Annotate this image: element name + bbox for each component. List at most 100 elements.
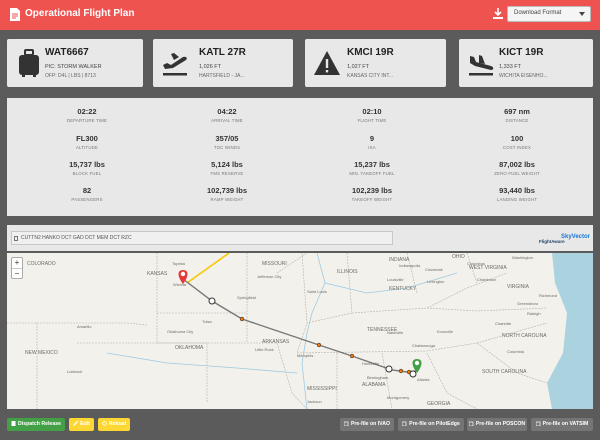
flight-info-card: WAT6667 PIC: STORM WALKER OFP: D4L | LBS… bbox=[7, 39, 143, 87]
map-label: Richmond bbox=[539, 293, 557, 298]
stat-takeoff-weight: 102,239 lbs TAKEOFF WEIGHT bbox=[351, 186, 393, 202]
map-label: Amarillo bbox=[77, 324, 92, 329]
stat-distance: 697 nm DISTANCE bbox=[504, 107, 530, 123]
map-label: ALABAMA bbox=[362, 382, 386, 388]
arrival-name: WICHITA EISENHO... bbox=[499, 73, 548, 79]
stat-toc-winds: 357/05 TOC WINDS bbox=[213, 134, 241, 150]
map-label: KENTUCKY bbox=[389, 286, 417, 292]
dispatch-release-button[interactable]: Dispatch Release bbox=[7, 418, 65, 431]
departure-card: KATL 27R 1,026 FT HARTSFIELD - JA... bbox=[153, 39, 293, 87]
map-label: KANSAS bbox=[147, 271, 168, 277]
map-label: Huntsville bbox=[362, 361, 380, 366]
download-format-value: Download Format bbox=[514, 10, 562, 16]
map-label: Memphis bbox=[297, 353, 313, 358]
map-label: Cincinnati bbox=[425, 267, 443, 272]
map-label: Raleigh bbox=[527, 311, 541, 316]
map-label: Atlanta bbox=[417, 377, 430, 382]
warning-icon bbox=[314, 51, 340, 75]
ofp-info: OFP: D4L | LBS | 8713 bbox=[45, 73, 96, 79]
map-label: Montgomery bbox=[387, 395, 409, 400]
stat-flight-time: 02:10 FLIGHT TIME bbox=[357, 107, 387, 123]
map-label: Charleston bbox=[477, 277, 496, 282]
alternate-name: KANSAS CITY INT... bbox=[347, 73, 394, 79]
map-label: Oklahoma City bbox=[167, 329, 193, 334]
stat-arrival-time: 04:22 ARRIVAL TIME bbox=[211, 107, 243, 123]
map-label: Knoxville bbox=[437, 329, 454, 334]
arrival-elevation: 1,333 FT bbox=[499, 64, 522, 70]
prefile-pilotedge-button[interactable]: Pre-file on PilotEdge bbox=[398, 418, 464, 431]
map-label: ARKANSAS bbox=[262, 339, 290, 345]
stat-zero-fuel-weight: 87,002 lbs ZERO FUEL WEIGHT bbox=[494, 160, 540, 176]
document-icon bbox=[10, 8, 20, 21]
map-label: Chattanooga bbox=[412, 343, 436, 348]
departure-elevation: 1,026 FT bbox=[199, 64, 222, 70]
route-string-field[interactable]: CUTTN2 HANKO DCT GAD DCT MEM DCT RZC bbox=[11, 231, 393, 245]
pic-name: PIC: STORM WALKER bbox=[45, 64, 102, 70]
map-label: VIRGINIA bbox=[507, 284, 530, 290]
route-bar: CUTTN2 HANKO DCT GAD DCT MEM DCT RZC Fli… bbox=[7, 225, 593, 251]
flight-stats-panel: 02:22 DEPARTURE TIME 04:22 ARRIVAL TIME 02… bbox=[7, 98, 593, 216]
edit-button[interactable]: Edit bbox=[69, 418, 94, 431]
external-link-icon bbox=[402, 421, 407, 426]
document-icon bbox=[14, 236, 18, 241]
prefile-vatsim-button[interactable]: Pre-file on VATSIM bbox=[531, 418, 593, 431]
map-label: Saint Louis bbox=[307, 289, 327, 294]
plane-landing-icon bbox=[469, 55, 494, 76]
map-label: Columbia bbox=[507, 349, 525, 354]
arrival-card: KICT 19R 1,333 FT WICHITA EISENHO... bbox=[459, 39, 593, 87]
alternate-airport: KMCI 19R bbox=[347, 47, 394, 58]
external-link-icon bbox=[343, 421, 349, 426]
stat-min-takeoff-fuel: 15,237 lbs MIN. TAKEOFF FUEL bbox=[349, 160, 395, 176]
map-label: Nashville bbox=[387, 330, 404, 335]
callsign: WAT6667 bbox=[45, 47, 89, 58]
map-label: Columbus bbox=[467, 261, 485, 266]
stat-departure-time: 02:22 DEPARTURE TIME bbox=[66, 107, 108, 123]
luggage-icon bbox=[19, 49, 39, 77]
stat-landing-weight: 93,440 lbs LANDING WEIGHT bbox=[496, 186, 538, 202]
map-label: SOUTH CAROLINA bbox=[482, 369, 527, 375]
page-title: Operational Flight Plan bbox=[25, 8, 135, 19]
map-label: Indianapolis bbox=[399, 263, 420, 268]
map-zoom-control: + − bbox=[11, 257, 23, 279]
map-label: Lexington bbox=[427, 279, 444, 284]
map-label: Lubbock bbox=[67, 369, 82, 374]
departure-airport: KATL 27R bbox=[199, 47, 246, 58]
map-label: OHIO bbox=[452, 254, 465, 260]
map-label: Wichita bbox=[173, 282, 187, 287]
map-label: Topeka bbox=[172, 261, 186, 266]
zoom-in-button[interactable]: + bbox=[12, 258, 22, 268]
stat-altitude: FL300 ALTITUDE bbox=[75, 134, 99, 150]
app-header: Operational Flight Plan Download Format bbox=[0, 0, 600, 30]
zoom-out-button[interactable]: − bbox=[12, 269, 22, 279]
route-map[interactable]: COLORADO KANSAS MISSOURI ILLINOIS INDIAN… bbox=[7, 253, 593, 409]
map-label: MISSISSIPPI bbox=[307, 386, 337, 392]
skyvector-logo[interactable]: SkyVector bbox=[561, 234, 590, 240]
map-label: Springfield bbox=[237, 295, 256, 300]
departure-name: HARTSFIELD - JA... bbox=[199, 73, 245, 79]
map-label: GEORGIA bbox=[427, 401, 451, 407]
external-link-icon bbox=[468, 421, 474, 426]
map-label: NEW MEXICO bbox=[25, 350, 58, 356]
download-format-select[interactable]: Download Format bbox=[507, 6, 591, 22]
stat-isa: 9 ISA bbox=[368, 134, 376, 150]
reload-button[interactable]: Reload bbox=[98, 418, 130, 431]
alternate-card: KMCI 19R 1,027 FT KANSAS CITY INT... bbox=[305, 39, 446, 87]
map-label: Jefferson City bbox=[257, 274, 281, 279]
prefile-ivao-button[interactable]: Pre-file on IVAO bbox=[340, 418, 394, 431]
map-label: Louisville bbox=[387, 277, 404, 282]
map-canvas[interactable]: COLORADO KANSAS MISSOURI ILLINOIS INDIAN… bbox=[7, 253, 593, 409]
prefile-poscon-button[interactable]: Pre-file on POSCON bbox=[467, 418, 527, 431]
map-label: Greensboro bbox=[517, 301, 539, 306]
stat-passengers: 82 PASSENGERS bbox=[71, 186, 103, 202]
stat-cost-index: 100 COST INDEX bbox=[502, 134, 532, 150]
download-icon[interactable] bbox=[493, 8, 503, 20]
reload-icon bbox=[102, 421, 107, 426]
chevron-down-icon bbox=[579, 12, 585, 16]
map-label: OKLAHOMA bbox=[175, 345, 204, 351]
stat-block-fuel: 15,737 lbs BLOCK FUEL bbox=[69, 160, 105, 176]
map-label: Charlotte bbox=[495, 321, 512, 326]
map-label: ILLINOIS bbox=[337, 269, 358, 275]
map-label: Washington bbox=[512, 255, 533, 260]
map-label: Jackson bbox=[307, 399, 322, 404]
map-label: MISSOURI bbox=[262, 261, 287, 267]
